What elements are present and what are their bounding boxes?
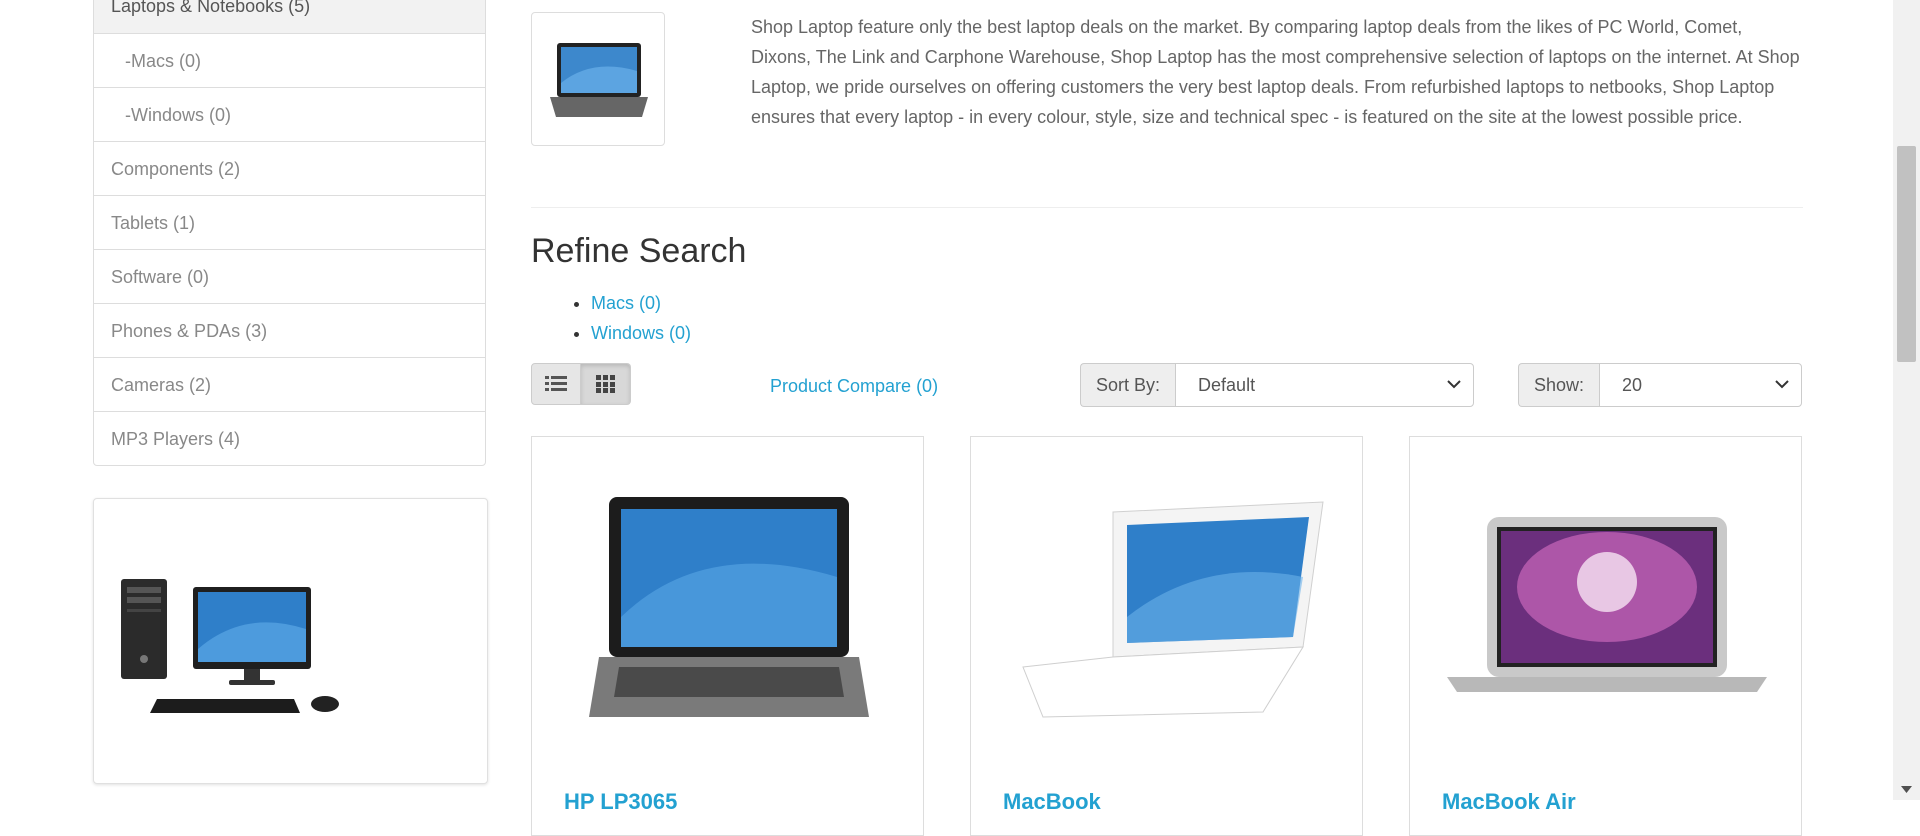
product-image[interactable]: [1410, 437, 1803, 777]
refine-search-list: Macs (0) Windows (0): [531, 288, 691, 348]
scrollbar-thumb[interactable]: [1897, 146, 1916, 362]
category-thumbnail[interactable]: [531, 12, 665, 146]
show-group: Show: 20: [1518, 363, 1803, 407]
chevron-down-icon: [1447, 380, 1461, 389]
sidebar-item-components[interactable]: Components (2): [94, 141, 485, 195]
list-item: Macs (0): [591, 288, 691, 318]
banner-desktop-pc[interactable]: [93, 498, 488, 784]
list-icon: [545, 376, 567, 391]
view-toggle: [531, 363, 631, 405]
product-image[interactable]: [532, 437, 925, 777]
product-card[interactable]: HP LP3065: [531, 436, 924, 836]
laptop-thumbnail-image: [550, 43, 648, 117]
laptop-image: [588, 497, 869, 717]
sidebar-item-software[interactable]: Software (0): [94, 249, 485, 303]
product-compare-link[interactable]: Product Compare (0): [770, 376, 938, 397]
list-item: Windows (0): [591, 318, 691, 348]
divider: [531, 207, 1803, 208]
scroll-down-arrow-icon[interactable]: [1901, 786, 1912, 794]
product-card[interactable]: MacBook Air: [1409, 436, 1802, 836]
sidebar-item-cameras[interactable]: Cameras (2): [94, 357, 485, 411]
sidebar-item-tablets[interactable]: Tablets (1): [94, 195, 485, 249]
sidebar-item-mp3[interactable]: MP3 Players (4): [94, 411, 485, 465]
sort-group: Sort By: Default: [1080, 363, 1475, 407]
macbook-air-image: [1446, 517, 1767, 692]
list-view-button[interactable]: [531, 363, 581, 405]
grid-icon: [595, 375, 615, 393]
macbook-image: [1021, 501, 1324, 718]
product-image[interactable]: [971, 437, 1364, 777]
product-name[interactable]: MacBook Air: [1442, 789, 1576, 815]
sort-select-value: Default: [1198, 375, 1256, 395]
category-description: Shop Laptop feature only the best laptop…: [751, 17, 1800, 127]
category-list: Laptops & Notebooks (5) -Macs (0) -Windo…: [93, 0, 486, 466]
sidebar-item-phones[interactable]: Phones & PDAs (3): [94, 303, 485, 357]
grid-view-button[interactable]: [581, 363, 631, 405]
refine-search-title: Refine Search: [531, 232, 747, 270]
product-card[interactable]: MacBook: [970, 436, 1363, 836]
limit-select[interactable]: 20: [1599, 363, 1803, 407]
show-label: Show:: [1518, 363, 1600, 407]
sort-select[interactable]: Default: [1175, 363, 1475, 407]
sidebar: Laptops & Notebooks (5) -Macs (0) -Windo…: [93, 0, 488, 784]
sort-label: Sort By:: [1080, 363, 1176, 407]
refine-link-macs[interactable]: Macs (0): [591, 293, 661, 313]
scrollbar[interactable]: [1893, 0, 1920, 800]
limit-select-value: 20: [1622, 375, 1643, 395]
refine-link-windows[interactable]: Windows (0): [591, 323, 691, 343]
product-name[interactable]: HP LP3065: [564, 789, 677, 815]
sidebar-item-macs[interactable]: -Macs (0): [94, 33, 485, 87]
desktop-pc-image: [121, 579, 339, 713]
sidebar-item-windows[interactable]: -Windows (0): [94, 87, 485, 141]
main-content: Shop Laptop feature only the best laptop…: [531, 0, 1803, 836]
chevron-down-icon: [1775, 380, 1789, 389]
sidebar-item-laptops[interactable]: Laptops & Notebooks (5): [94, 0, 485, 33]
product-name[interactable]: MacBook: [1003, 789, 1101, 815]
